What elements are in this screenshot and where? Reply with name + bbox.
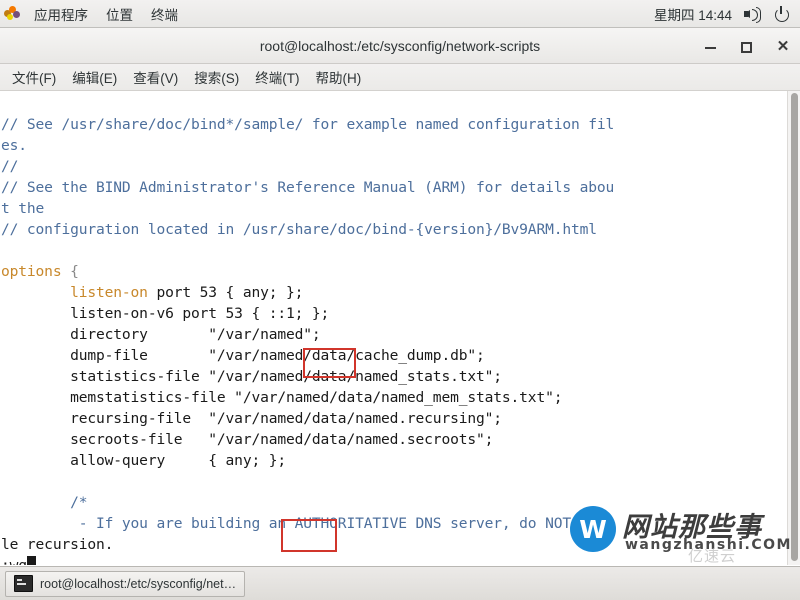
menu-view[interactable]: 查看(V) <box>125 64 186 90</box>
terminal-content-area[interactable]: // See /usr/share/doc/bind*/sample/ for … <box>0 91 800 565</box>
terminal-line: statistics-file "/var/named/data/named_s… <box>1 368 502 385</box>
terminal-line: listen-on-v6 port 53 { ::1; }; <box>1 305 330 322</box>
terminal-line: // configuration located in /usr/share/d… <box>1 221 597 238</box>
minimize-button[interactable] <box>702 37 720 55</box>
watermark-cn-text: 网站那些事 <box>622 512 762 543</box>
taskbar-item-label: root@localhost:/etc/sysconfig/net… <box>40 576 237 591</box>
window-controls: ✕ <box>702 28 792 64</box>
menu-edit[interactable]: 编辑(E) <box>64 64 125 90</box>
listen-on-value: port 53 { any; }; <box>147 284 304 301</box>
clock[interactable]: 星期四 14:44 <box>654 4 732 24</box>
terminal-line: // See the BIND Administrator's Referenc… <box>1 179 615 196</box>
maximize-button[interactable] <box>738 37 756 55</box>
applications-icon[interactable] <box>4 5 21 22</box>
desktop-screen: 应用程序 位置 终端 星期四 14:44 root@localhost:/etc… <box>0 0 800 600</box>
taskbar-item-terminal[interactable]: root@localhost:/etc/sysconfig/net… <box>5 570 246 597</box>
terminal-menubar: 文件(F) 编辑(E) 查看(V) 搜索(S) 终端(T) 帮助(H) <box>0 64 800 91</box>
terminal-line: directory "/var/named"; <box>1 326 321 343</box>
terminal-line-options: options { <box>1 261 614 282</box>
menu-terminal[interactable]: 终端 <box>142 1 187 27</box>
top-panel-left-group: 应用程序 位置 终端 <box>0 1 187 27</box>
terminal-line: t the <box>1 200 45 217</box>
menu-applications[interactable]: 应用程序 <box>25 1 97 27</box>
gnome-top-panel: 应用程序 位置 终端 星期四 14:44 <box>0 0 800 28</box>
vim-command-text: :wq <box>1 557 27 565</box>
text-cursor <box>26 556 36 565</box>
terminal-line-allow-query: allow-query { any; }; <box>1 452 286 469</box>
terminal-line: // <box>1 158 19 175</box>
top-panel-right-group: 星期四 14:44 <box>654 4 800 24</box>
scrollbar-thumb[interactable] <box>791 93 798 561</box>
terminal-line: secroots-file "/var/named/data/named.sec… <box>1 431 494 448</box>
terminal-scrollbar[interactable] <box>787 91 800 565</box>
volume-icon[interactable] <box>744 6 762 23</box>
terminal-icon <box>14 575 33 592</box>
terminal-line: recursing-file "/var/named/data/named.re… <box>1 410 502 427</box>
close-button[interactable]: ✕ <box>774 37 792 55</box>
terminal-line: dump-file "/var/named/data/cache_dump.db… <box>1 347 485 364</box>
terminal-line: memstatistics-file "/var/named/data/name… <box>1 389 563 406</box>
keyword-listen-on: listen-on <box>1 284 148 301</box>
watermark-en-text: wangzhanshi.COM <box>625 537 792 553</box>
menu-file[interactable]: 文件(F) <box>4 64 64 90</box>
terminal-line: // See /usr/share/doc/bind*/sample/ for … <box>1 116 615 133</box>
terminal-line: es. <box>1 137 27 154</box>
vim-buffer-text: // See /usr/share/doc/bind*/sample/ for … <box>0 91 614 565</box>
brace-open: { <box>61 263 79 280</box>
terminal-line-listen-on: listen-on port 53 { any; }; <box>1 282 614 303</box>
menu-terminal-menu[interactable]: 终端(T) <box>247 64 307 90</box>
keyword-options: options <box>1 263 62 280</box>
terminal-line: le recursion. <box>1 536 114 553</box>
menu-search[interactable]: 搜索(S) <box>186 64 247 90</box>
menu-help[interactable]: 帮助(H) <box>308 64 370 90</box>
power-icon[interactable] <box>774 5 790 22</box>
bottom-taskbar: root@localhost:/etc/sysconfig/net… <box>0 566 800 600</box>
watermark-ghost-text: 亿速云 <box>688 547 737 565</box>
terminal-window: root@localhost:/etc/sysconfig/network-sc… <box>0 28 800 566</box>
window-titlebar[interactable]: root@localhost:/etc/sysconfig/network-sc… <box>0 28 800 64</box>
terminal-line: - If you are building an AUTHORITATIVE D… <box>1 515 615 532</box>
menu-places[interactable]: 位置 <box>97 1 142 27</box>
window-title: root@localhost:/etc/sysconfig/network-sc… <box>259 37 541 54</box>
vim-command-line: :wq <box>1 555 614 565</box>
terminal-line: /* <box>1 494 88 511</box>
